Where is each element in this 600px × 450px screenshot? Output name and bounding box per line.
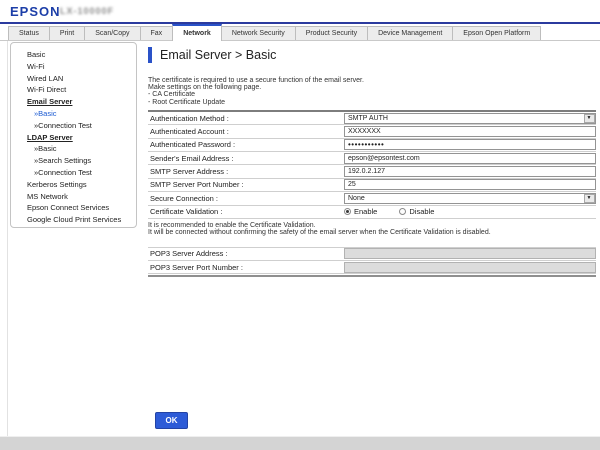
pop3-server-address-input: [344, 248, 596, 259]
sidebar-item-wired-lan[interactable]: Wired LAN: [11, 73, 136, 85]
form-row-sender-s-email-address: Sender's Email Address :: [148, 152, 596, 165]
tab-print[interactable]: Print: [49, 26, 85, 40]
sidebar-item-wi-fi[interactable]: Wi-Fi: [11, 61, 136, 73]
sidebar-item-basic[interactable]: »Basic: [11, 108, 136, 120]
authenticated-password-field: [344, 139, 596, 151]
selected-option-label: None: [345, 195, 365, 202]
certificate-validation-label: Certificate Validation :: [148, 207, 344, 216]
form-bottom-divider: [148, 274, 596, 277]
smtp-server-address-field: [344, 165, 596, 177]
sidebar-item-email-server[interactable]: Email Server: [11, 96, 136, 108]
disable-radio-label: Disable: [409, 207, 434, 216]
email-server-form: Authentication Method :SMTP AUTH▼Authent…: [148, 110, 596, 219]
authentication-method-select[interactable]: SMTP AUTH ▼: [344, 113, 596, 124]
page-description: The certificate is required to use a sec…: [148, 77, 596, 106]
tab-network[interactable]: Network: [172, 24, 222, 41]
pop3-server-port-number-input: [344, 262, 596, 273]
main-content: Email Server > Basic The certificate is …: [148, 46, 596, 277]
pop3-server-port-number-field: [344, 261, 596, 273]
printer-model-name: LX-10000F: [60, 6, 114, 16]
authentication-method-field: SMTP AUTH ▼: [344, 112, 596, 124]
authenticated-account-label: Authenticated Account :: [148, 127, 344, 136]
description-line: The certificate is required to use a sec…: [148, 77, 596, 84]
radio-dot: [346, 210, 349, 213]
disable-radio[interactable]: [399, 208, 406, 215]
sidebar-item-ms-network[interactable]: MS Network: [11, 191, 136, 203]
footer-bar: [0, 436, 600, 450]
authenticated-account-field: [344, 125, 596, 137]
enable-radio[interactable]: [344, 208, 351, 215]
form-row-certificate-validation: Certificate Validation : Enable Disable: [148, 206, 596, 219]
authenticated-password-input[interactable]: [344, 139, 596, 150]
form-row-smtp-server-address: SMTP Server Address :: [148, 165, 596, 178]
tab-network-security[interactable]: Network Security: [221, 26, 296, 40]
form-row-pop3-server-port-number: POP3 Server Port Number :: [148, 261, 596, 274]
chevron-down-icon[interactable]: ▼: [584, 194, 595, 203]
smtp-server-address-label: SMTP Server Address :: [148, 167, 344, 176]
form-row-pop3-server-address: POP3 Server Address :: [148, 248, 596, 261]
title-accent-bar: [148, 47, 152, 63]
pop3-server-port-number-label: POP3 Server Port Number :: [148, 263, 344, 272]
description-line: - CA Certificate: [148, 91, 596, 98]
smtp-server-port-number-field: [344, 179, 596, 191]
secure-connection-field: None ▼: [344, 192, 596, 204]
selected-option-label: SMTP AUTH: [345, 115, 388, 122]
sidebar-item-connection-test[interactable]: »Connection Test: [11, 120, 136, 132]
enable-radio-label: Enable: [354, 207, 377, 216]
tab-scan-copy[interactable]: Scan/Copy: [84, 26, 140, 40]
description-line: Make settings on the following page.: [148, 84, 596, 91]
smtp-server-port-number-input[interactable]: [344, 179, 596, 190]
form-row-authenticated-password: Authenticated Password :: [148, 139, 596, 152]
sidebar-item-kerberos-settings[interactable]: Kerberos Settings: [11, 179, 136, 191]
page-title: Email Server > Basic: [160, 48, 276, 62]
pop3-server-address-field: [344, 248, 596, 260]
epson-logo: EPSON: [10, 4, 61, 19]
note-line: It is recommended to enable the Certific…: [148, 222, 596, 229]
smtp-server-port-number-label: SMTP Server Port Number :: [148, 180, 344, 189]
tab-bar: StatusPrintScan/CopyFaxNetworkNetwork Se…: [0, 24, 600, 41]
form-row-smtp-server-port-number: SMTP Server Port Number :: [148, 179, 596, 192]
tab-epson-open-platform[interactable]: Epson Open Platform: [452, 26, 541, 40]
certificate-validation-note: It is recommended to enable the Certific…: [148, 219, 596, 243]
ok-button[interactable]: OK: [155, 412, 188, 429]
sidebar-item-epson-connect-services[interactable]: Epson Connect Services: [11, 202, 136, 214]
app-header: EPSON LX-10000F: [0, 0, 600, 22]
secure-connection-label: Secure Connection :: [148, 194, 344, 203]
authentication-method-label: Authentication Method :: [148, 114, 344, 123]
certificate-validation-radio-group: Enable Disable: [344, 207, 456, 216]
pop3-form: POP3 Server Address : POP3 Server Port Nu…: [148, 247, 596, 275]
radio-dot: [401, 210, 404, 213]
form-row-authenticated-account: Authenticated Account :: [148, 125, 596, 138]
form-row-authentication-method: Authentication Method :SMTP AUTH ▼: [148, 112, 596, 125]
sender-s-email-address-field: [344, 152, 596, 164]
tab-product-security[interactable]: Product Security: [295, 26, 368, 40]
chevron-down-icon[interactable]: ▼: [584, 114, 595, 123]
sender-s-email-address-label: Sender's Email Address :: [148, 154, 344, 163]
smtp-server-address-input[interactable]: [344, 166, 596, 177]
form-row-secure-connection: Secure Connection :None ▼: [148, 192, 596, 205]
pop3-server-address-label: POP3 Server Address :: [148, 249, 344, 258]
sidebar-item-wi-fi-direct[interactable]: Wi-Fi Direct: [11, 84, 136, 96]
authenticated-account-input[interactable]: [344, 126, 596, 137]
note-line: It will be connected without confirming …: [148, 229, 596, 236]
sidebar-item-basic[interactable]: »Basic: [11, 143, 136, 155]
sidebar-item-connection-test[interactable]: »Connection Test: [11, 167, 136, 179]
sidebar-nav: BasicWi-FiWired LANWi-Fi DirectEmail Ser…: [10, 42, 137, 228]
sidebar-item-ldap-server[interactable]: LDAP Server: [11, 132, 136, 144]
sidebar-item-basic[interactable]: Basic: [11, 49, 136, 61]
tab-device-management[interactable]: Device Management: [367, 26, 453, 40]
sender-s-email-address-input[interactable]: [344, 153, 596, 164]
secure-connection-select[interactable]: None ▼: [344, 193, 596, 204]
authenticated-password-label: Authenticated Password :: [148, 140, 344, 149]
page-left-border: [7, 41, 8, 436]
description-line: - Root Certificate Update: [148, 99, 596, 106]
tab-status[interactable]: Status: [8, 26, 50, 40]
page-title-row: Email Server > Basic: [148, 46, 596, 64]
sidebar-item-google-cloud-print-services[interactable]: Google Cloud Print Services: [11, 214, 136, 226]
tab-fax[interactable]: Fax: [140, 26, 174, 40]
certificate-validation-field: Enable Disable: [344, 206, 596, 218]
sidebar-item-search-settings[interactable]: »Search Settings: [11, 155, 136, 167]
